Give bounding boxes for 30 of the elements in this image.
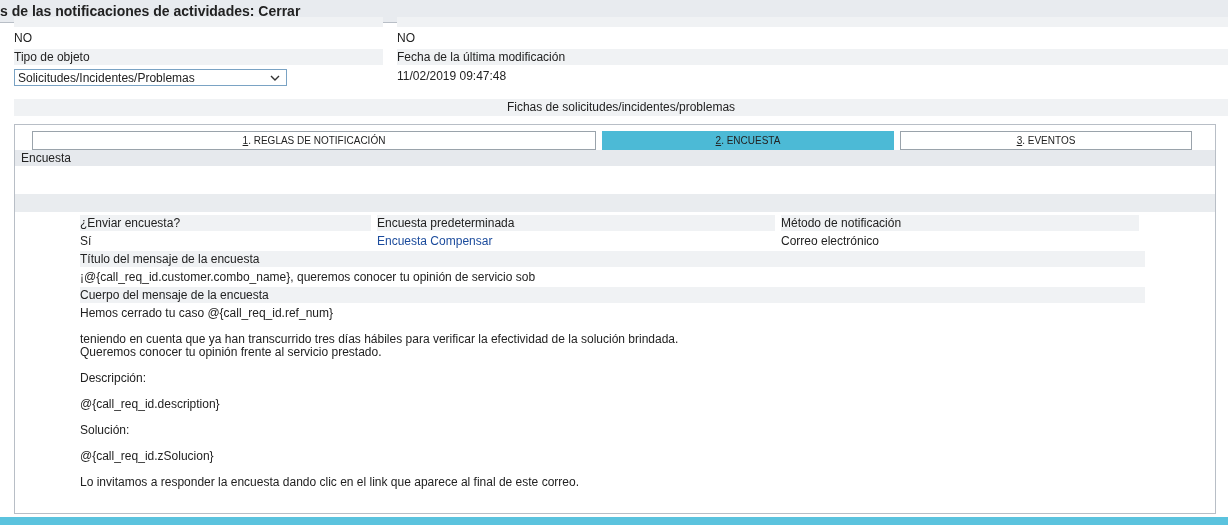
- section-heading: Fichas de solicitudes/incidentes/problemas: [14, 99, 1228, 116]
- window-title: s de las notificaciones de actividades: Cerrar: [0, 3, 301, 19]
- message-text: @{call_req_id.zSolucion}: [80, 450, 215, 463]
- field-value: Correo electrónico: [781, 233, 881, 250]
- message-text: Hemos cerrado tu caso @{call_req_id.ref_num}: [80, 307, 334, 320]
- tab[interactable]: 2. ENCUESTA: [602, 131, 894, 150]
- survey-link[interactable]: Encuesta Compensar: [377, 234, 493, 248]
- message-text: @{call_req_id.description}: [80, 398, 221, 411]
- object-type-dropdown[interactable]: Solicitudes/Incidentes/Problemas: [14, 69, 287, 86]
- tab[interactable]: 1. REGLAS DE NOTIFICACIÓN: [32, 131, 596, 150]
- tab-heading: Encuesta: [15, 150, 1215, 166]
- field-label: Fecha de la última modificación: [397, 49, 1228, 65]
- tab[interactable]: 3. EVENTOS: [900, 131, 1192, 150]
- field-label: Título del mensaje de la encuesta: [80, 251, 1145, 267]
- field-value: Sí: [80, 233, 93, 250]
- message-text: teniendo en cuenta que ya han transcurrido tres días hábiles para verificar la efectividad de la solución brindada.: [80, 333, 680, 346]
- field-label: Tipo de objeto: [14, 49, 383, 65]
- chevron-down-icon: [270, 74, 280, 81]
- field-label: Método de notificación: [781, 215, 1139, 231]
- field-label: Encuesta predeterminada: [377, 215, 775, 231]
- field-value: NO: [14, 30, 33, 47]
- message-text: Descripción:: [80, 372, 148, 385]
- field-label: ¿Enviar encuesta?: [80, 215, 371, 231]
- message-text: Queremos conocer tu opinión frente al servicio prestado.: [80, 346, 383, 359]
- message-text: Lo invitamos a responder la encuesta dando clic en el link que aparece al final de este correo.: [80, 476, 580, 489]
- field-value: ¡@{call_req_id.customer.combo_name}, queremos conocer tu opinión de servicio sob: [80, 269, 537, 286]
- field-label: Cuerpo del mensaje de la encuesta: [80, 287, 1145, 303]
- field-value: NO: [397, 30, 416, 47]
- field-value: 11/02/2019 09:47:48: [397, 68, 508, 85]
- message-text: Solución:: [80, 424, 131, 437]
